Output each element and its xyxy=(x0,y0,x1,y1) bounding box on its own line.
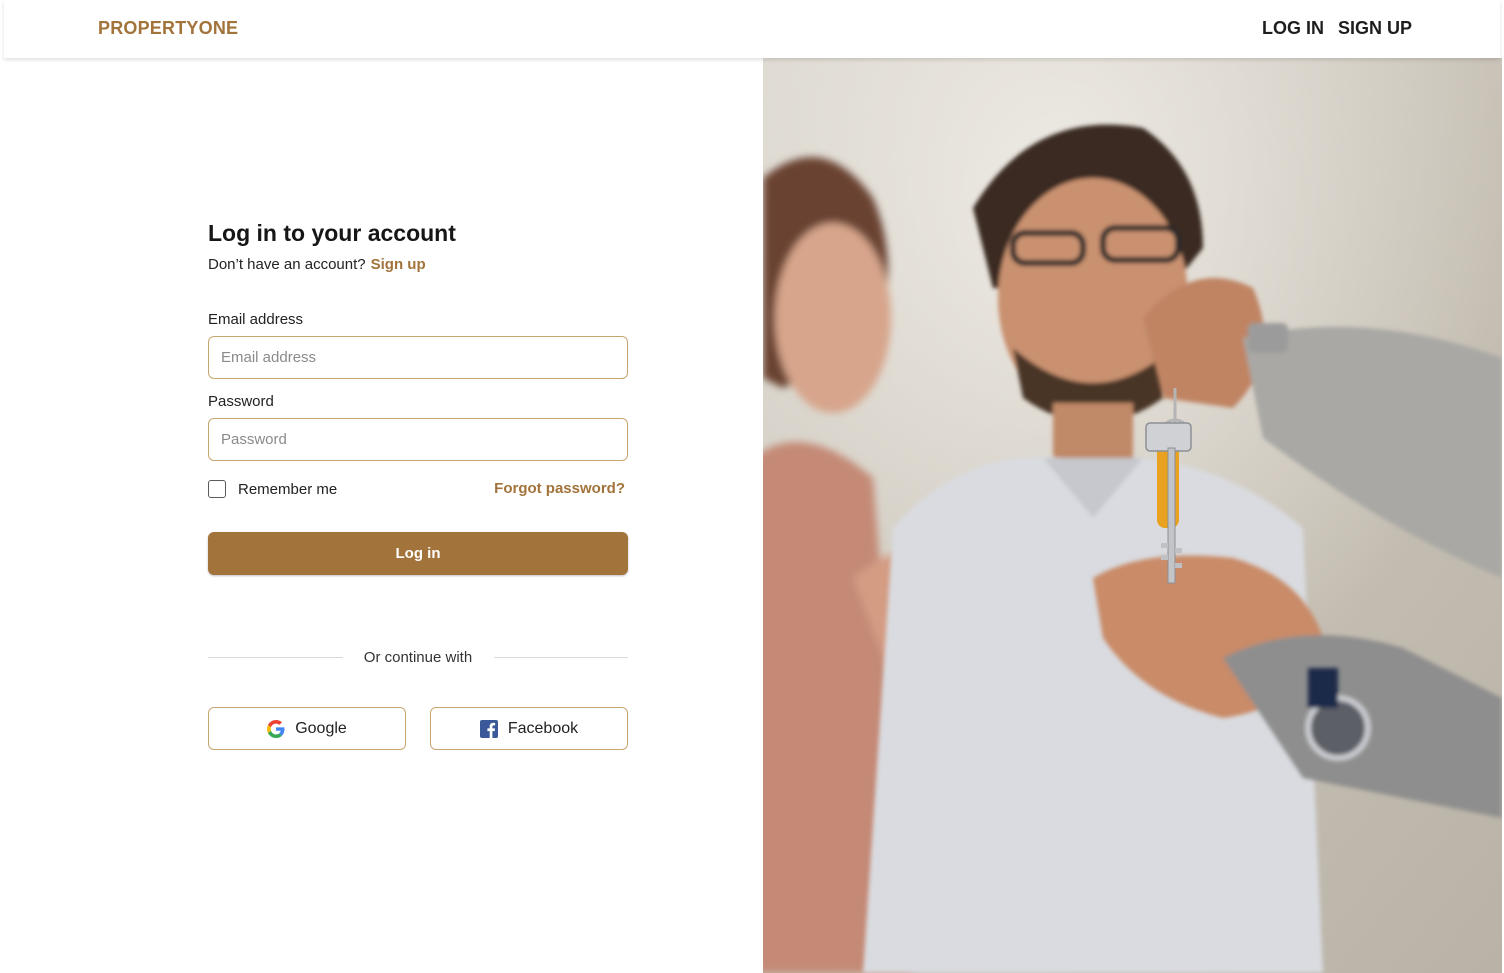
facebook-label: Facebook xyxy=(507,719,579,737)
login-form-panel: Log in to your account Don’t have an acc… xyxy=(208,0,628,973)
remember-me-label[interactable]: Remember me xyxy=(238,481,337,498)
login-button[interactable]: Log in xyxy=(208,532,628,575)
nav-login-link[interactable]: LOG IN xyxy=(1262,18,1324,39)
google-icon xyxy=(267,719,285,738)
google-label: Google xyxy=(295,719,347,737)
password-label: Password xyxy=(208,393,274,410)
remember-me-row: Remember me xyxy=(208,479,337,499)
email-label: Email address xyxy=(208,311,304,328)
page-title: Log in to your account xyxy=(208,220,456,246)
forgot-password-link[interactable]: Forgot password? xyxy=(494,480,625,497)
facebook-icon xyxy=(479,719,498,738)
hero-illustration xyxy=(763,58,1502,973)
divider-line-right xyxy=(494,657,628,658)
signup-prompt: Don’t have an account? Sign up xyxy=(208,256,426,273)
google-login-button[interactable]: Google xyxy=(208,707,406,750)
nav-signup-link[interactable]: SIGN UP xyxy=(1338,18,1412,39)
social-divider: Or continue with xyxy=(208,649,628,667)
facebook-login-button[interactable]: Facebook xyxy=(430,707,628,750)
signup-prompt-text: Don’t have an account? xyxy=(208,256,366,273)
hero-image xyxy=(763,58,1502,973)
email-input[interactable] xyxy=(208,336,628,379)
top-navbar: PROPERTYONE LOG IN SIGN UP xyxy=(4,0,1500,58)
remember-me-checkbox[interactable] xyxy=(208,480,226,498)
brand-logo[interactable]: PROPERTYONE xyxy=(98,18,238,39)
password-input[interactable] xyxy=(208,418,628,461)
signup-link[interactable]: Sign up xyxy=(371,256,426,273)
